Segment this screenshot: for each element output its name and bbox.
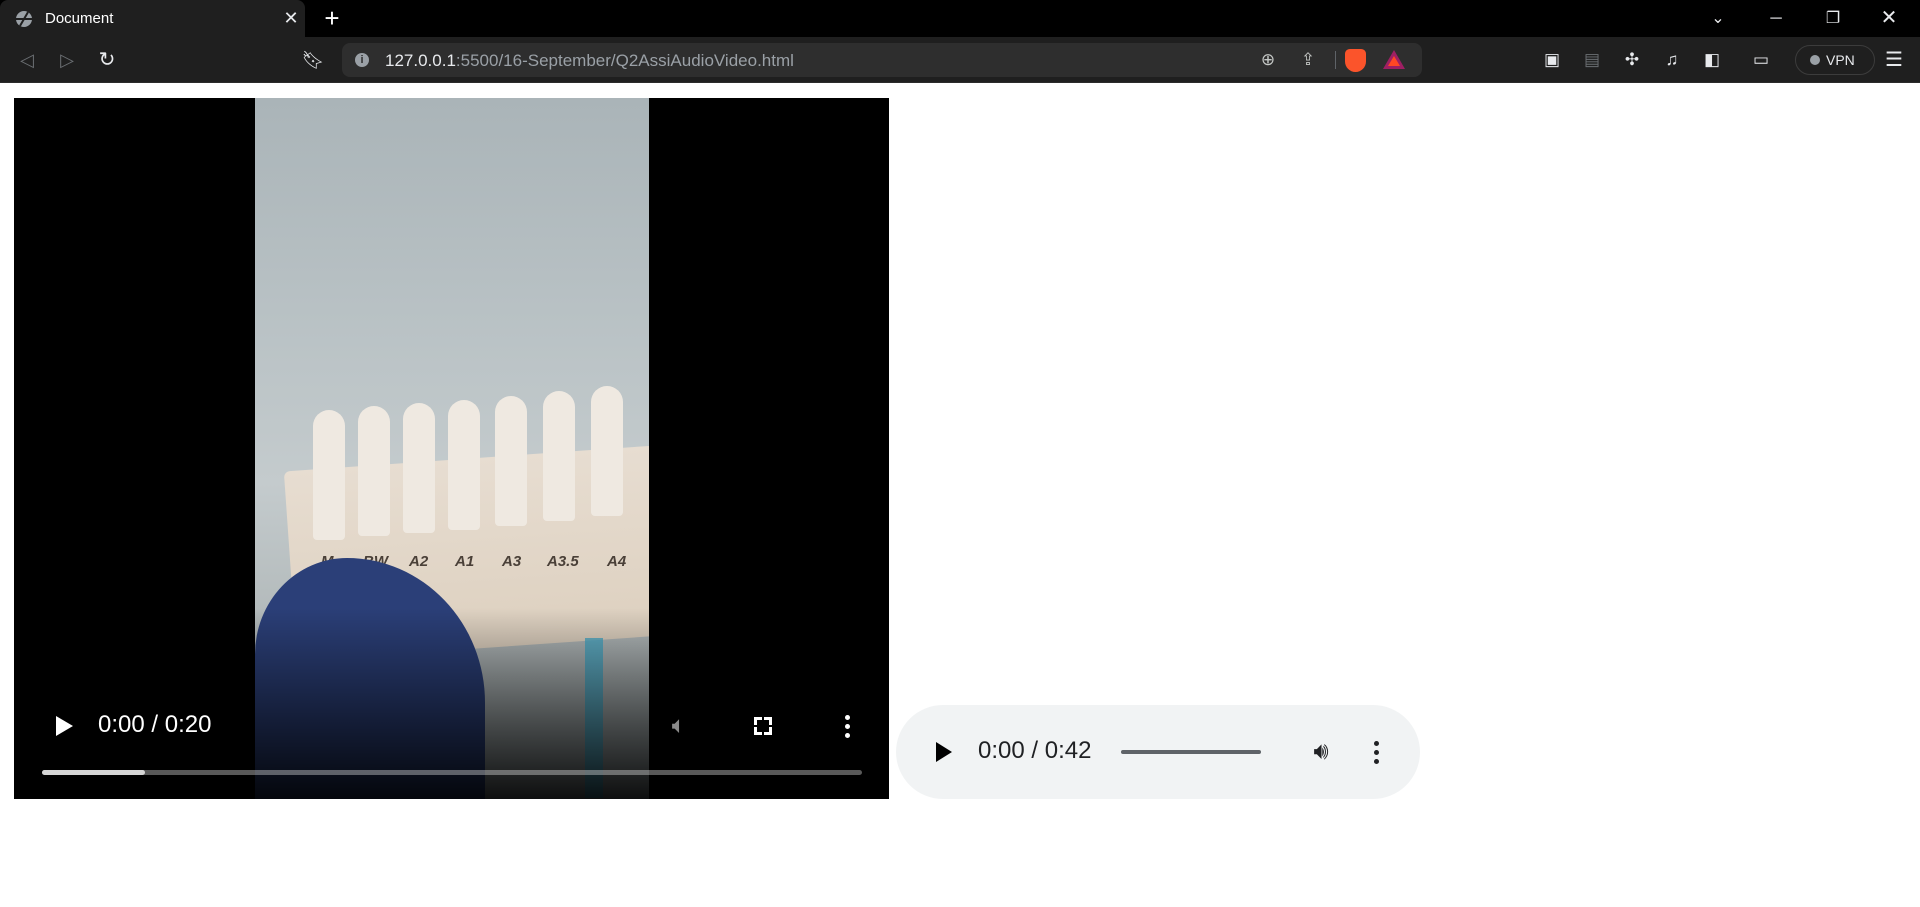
shade-tab <box>403 403 435 533</box>
tab-search-chevron-icon[interactable]: ⌄ <box>1695 0 1741 37</box>
close-window-button[interactable]: ✕ <box>1866 0 1912 37</box>
reload-icon[interactable]: ↻ <box>93 46 121 74</box>
media-icon[interactable]: ▤ <box>1578 46 1606 74</box>
more-vert-icon-part <box>1374 759 1379 764</box>
audio-volume-button[interactable]: 🔊︎ <box>1303 734 1339 770</box>
address-bar[interactable]: i 127.0.0.1:5500/16-September/Q2AssiAudi… <box>342 43 1422 77</box>
tab-strip: Document ✕ + ⌄ ─ ❐ ✕ <box>0 0 1920 37</box>
audio-play-button[interactable] <box>924 734 960 770</box>
shade-tab <box>495 396 527 526</box>
video-play-button[interactable] <box>44 708 80 744</box>
tab-document[interactable]: Document ✕ <box>0 0 305 37</box>
url-path: :5500/16-September/Q2AssiAudioVideo.html <box>455 51 794 70</box>
more-vert-icon <box>1374 741 1379 746</box>
more-vert-icon-part <box>845 724 850 729</box>
back-arrow-icon[interactable]: ◁ <box>13 46 41 74</box>
video-mute-button[interactable]: 🔈︎ <box>661 708 697 744</box>
bookmark-icon[interactable]: 🔖︎ <box>299 46 327 74</box>
shade-label: A2 <box>409 553 429 570</box>
minimize-button[interactable]: ─ <box>1753 0 1799 37</box>
vpn-label: VPN <box>1826 52 1855 68</box>
volume-icon: 🔊︎ <box>1313 738 1329 765</box>
restore-button[interactable]: ❐ <box>1810 0 1856 37</box>
vpn-button[interactable]: VPN <box>1795 45 1875 75</box>
fullscreen-button[interactable] <box>745 708 781 744</box>
shade-tab <box>543 391 575 521</box>
shade-tab <box>358 406 390 536</box>
fullscreen-icon-part <box>764 717 772 725</box>
shade-label: A1 <box>455 553 475 570</box>
shade-label: A3 <box>502 553 522 570</box>
audio-progress-slider[interactable] <box>1121 750 1261 754</box>
shade-tab <box>313 410 345 540</box>
picture-in-picture-icon[interactable]: ▣ <box>1538 46 1566 74</box>
video-player[interactable]: M BW A2 A1 A3 A3.5 A4 0:00 / 0:20 🔈︎ <box>14 98 889 799</box>
video-time-display: 0:00 / 0:20 <box>98 711 212 738</box>
tab-close-icon[interactable]: ✕ <box>281 6 301 30</box>
fullscreen-icon-part <box>764 727 772 735</box>
sidebar-toggle-icon[interactable]: ◧ <box>1698 46 1726 74</box>
more-vert-icon <box>845 715 850 720</box>
music-note-icon[interactable]: ♫ <box>1658 46 1686 74</box>
more-vert-icon-part <box>845 733 850 738</box>
omnibox-divider <box>1335 51 1336 69</box>
forward-arrow-icon[interactable]: ▷ <box>53 46 81 74</box>
url-host: 127.0.0.1 <box>385 51 456 70</box>
audio-more-options-button[interactable] <box>1358 734 1394 770</box>
shade-label: A4 <box>607 553 627 570</box>
video-progress-fill <box>42 770 145 775</box>
shade-tab <box>591 386 623 516</box>
audio-player[interactable]: 0:00 / 0:42 🔊︎ <box>896 705 1420 799</box>
fullscreen-icon <box>754 717 762 725</box>
video-progress-slider[interactable] <box>42 770 862 775</box>
globe-icon <box>16 11 32 27</box>
wallet-icon[interactable]: ▭ <box>1747 46 1775 74</box>
extensions-puzzle-icon[interactable]: ✣ <box>1618 46 1646 74</box>
tab-title: Document <box>45 10 114 27</box>
hamburger-menu-icon[interactable]: ☰ <box>1880 46 1908 74</box>
url-text[interactable]: 127.0.0.1:5500/16-September/Q2AssiAudioV… <box>385 51 794 71</box>
new-tab-button[interactable]: + <box>320 3 344 33</box>
play-icon <box>936 742 952 762</box>
brave-rewards-icon[interactable] <box>1383 50 1405 69</box>
volume-muted-icon: 🔈︎ <box>671 712 687 739</box>
browser-toolbar: ◁ ▷ ↻ 🔖︎ i 127.0.0.1:5500/16-September/Q… <box>0 37 1920 83</box>
more-vert-icon-part <box>1374 750 1379 755</box>
vpn-status-icon <box>1810 55 1820 65</box>
audio-time-display: 0:00 / 0:42 <box>978 737 1092 764</box>
video-more-options-button[interactable] <box>829 708 865 744</box>
video-controls: 0:00 / 0:20 🔈︎ <box>14 698 889 799</box>
fullscreen-icon-part <box>754 727 762 735</box>
play-icon <box>56 716 73 736</box>
shade-tab <box>448 400 480 530</box>
share-icon[interactable]: ⇪ <box>1296 48 1320 72</box>
site-info-icon[interactable]: i <box>355 53 369 67</box>
zoom-icon[interactable]: ⊕ <box>1256 48 1280 72</box>
page-content: M BW A2 A1 A3 A3.5 A4 0:00 / 0:20 🔈︎ <box>0 84 1920 907</box>
shade-label: A3.5 <box>547 553 579 570</box>
brave-shields-icon[interactable] <box>1345 49 1366 72</box>
